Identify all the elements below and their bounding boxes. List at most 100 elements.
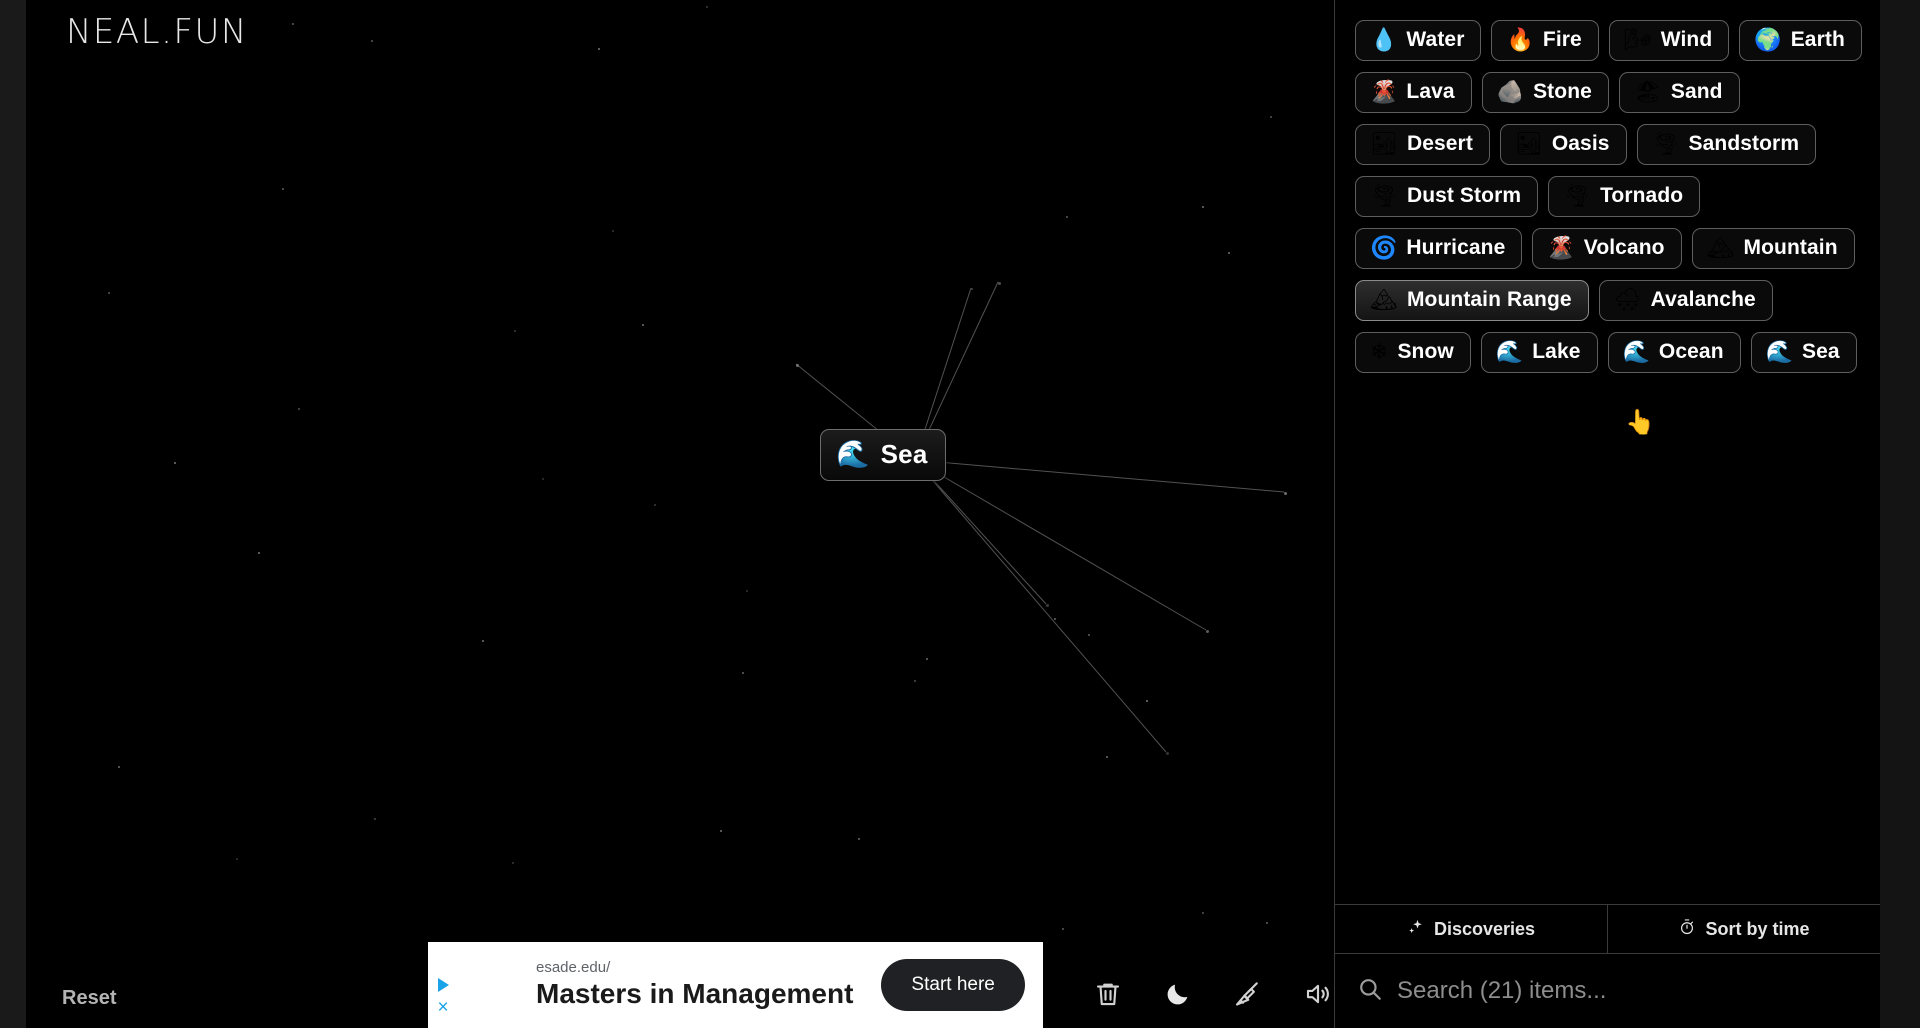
- search-icon: [1357, 976, 1383, 1007]
- element-emoji-icon: 🌋: [1370, 81, 1397, 103]
- element-emoji-icon: 💧: [1370, 29, 1397, 51]
- element-item-dust-storm[interactable]: 🌪 Dust Storm: [1355, 176, 1538, 217]
- element-emoji-icon: 🌀: [1370, 237, 1397, 259]
- element-item-oasis[interactable]: 🏜 Oasis: [1500, 124, 1627, 165]
- ad-choices-icon[interactable]: [438, 978, 449, 992]
- element-item-sand[interactable]: 🏖 Sand: [1619, 72, 1740, 113]
- ad-cta-button[interactable]: Start here: [881, 959, 1024, 1011]
- element-item-stone[interactable]: 🪨 Stone: [1482, 72, 1609, 113]
- element-item-wind[interactable]: 🌬 Wind: [1609, 20, 1729, 61]
- element-item-tornado[interactable]: 🌪 Tornado: [1548, 176, 1700, 217]
- tab-discoveries[interactable]: Discoveries: [1335, 905, 1607, 953]
- element-emoji-icon: 🌋: [1547, 237, 1574, 259]
- star: [1066, 216, 1068, 218]
- element-item-label: Lake: [1532, 340, 1580, 364]
- canvas-node-label: Sea: [881, 439, 928, 470]
- element-item-avalanche[interactable]: 🌨 Avalanche: [1599, 280, 1773, 321]
- element-emoji-icon: 🌪: [1563, 185, 1591, 207]
- star: [1270, 116, 1272, 118]
- star: [1062, 928, 1064, 930]
- ad-controls: ×: [428, 942, 458, 1028]
- element-item-label: Desert: [1407, 132, 1473, 156]
- element-item-snow[interactable]: ❄ Snow: [1355, 332, 1471, 373]
- star: [926, 658, 928, 660]
- element-item-lava[interactable]: 🌋 Lava: [1355, 72, 1472, 113]
- element-item-label: Stone: [1533, 80, 1592, 104]
- reset-button[interactable]: Reset: [62, 987, 116, 1010]
- left-frame-gutter: [0, 0, 26, 1028]
- element-item-mountain-range[interactable]: 🏔 Mountain Range: [1355, 280, 1589, 321]
- star: [1054, 618, 1056, 620]
- ad-text-block: esade.edu/ Masters in Management: [536, 959, 853, 1011]
- element-item-label: Hurricane: [1406, 236, 1505, 260]
- element-emoji-icon: 🌍: [1754, 29, 1781, 51]
- element-emoji-icon: 🪨: [1497, 81, 1524, 103]
- element-item-ocean[interactable]: 🌊 Ocean: [1608, 332, 1741, 373]
- star: [542, 478, 544, 480]
- element-item-desert[interactable]: 🏜 Desert: [1355, 124, 1490, 165]
- tab-sort-by-time-label: Sort by time: [1705, 919, 1809, 940]
- element-item-label: Tornado: [1600, 184, 1683, 208]
- star: [298, 408, 300, 410]
- element-item-hurricane[interactable]: 🌀 Hurricane: [1355, 228, 1522, 269]
- element-item-label: Snow: [1397, 340, 1453, 364]
- star: [258, 552, 260, 554]
- element-item-label: Water: [1406, 28, 1464, 52]
- element-item-mountain[interactable]: 🏔 Mountain: [1692, 228, 1855, 269]
- canvas-node-sea[interactable]: 🌊 Sea: [820, 429, 946, 481]
- star: [1228, 252, 1230, 254]
- tab-sort-by-time[interactable]: Sort by time: [1607, 905, 1880, 953]
- star: [236, 858, 238, 860]
- element-emoji-icon: 🏜: [1515, 133, 1543, 155]
- element-emoji-icon: 🌪: [1652, 133, 1680, 155]
- element-emoji-icon: 🏖: [1634, 81, 1662, 103]
- moon-icon: [1164, 980, 1192, 1011]
- element-emoji-icon: 🌊: [1623, 341, 1650, 363]
- infinite-craft-app: 🌊Sea NEAL.FUN Infinite Craft Reset × esa…: [0, 0, 1920, 1028]
- element-list: 💧 Water 🔥 Fire 🌬 Wind 🌍 Earth 🌋 Lava 🪨 Stone 🏖 Sand 🏜 D…: [1335, 0, 1880, 904]
- element-item-label: Sea: [1802, 340, 1840, 364]
- star: [1106, 756, 1108, 758]
- ad-banner: × esade.edu/ Masters in Management Start…: [428, 942, 1043, 1028]
- element-item-sandstorm[interactable]: 🌪 Sandstorm: [1637, 124, 1817, 165]
- star: [1088, 634, 1090, 636]
- canvas-toolbar: [1091, 978, 1335, 1012]
- star: [1202, 206, 1204, 208]
- stopwatch-icon: [1678, 918, 1696, 941]
- element-item-fire[interactable]: 🔥 Fire: [1491, 20, 1598, 61]
- element-item-sea[interactable]: 🌊 Sea: [1751, 332, 1857, 373]
- star: [118, 766, 120, 768]
- star: [1146, 700, 1148, 702]
- star: [998, 282, 1001, 285]
- neal-fun-logo[interactable]: NEAL.FUN: [66, 12, 248, 52]
- star: [706, 6, 708, 8]
- close-icon[interactable]: ×: [437, 998, 448, 1017]
- element-emoji-icon: 🏜: [1370, 133, 1398, 155]
- element-emoji-icon: ❄: [1370, 341, 1388, 363]
- element-item-earth[interactable]: 🌍 Earth: [1739, 20, 1862, 61]
- tab-discoveries-label: Discoveries: [1434, 919, 1535, 940]
- game-stage: 🌊Sea NEAL.FUN Infinite Craft Reset × esa…: [26, 0, 1880, 1028]
- star: [374, 818, 376, 820]
- element-item-volcano[interactable]: 🌋 Volcano: [1532, 228, 1681, 269]
- right-frame-gutter: [1880, 0, 1920, 1028]
- dark-mode-button[interactable]: [1161, 978, 1195, 1012]
- element-item-water[interactable]: 💧 Water: [1355, 20, 1481, 61]
- star: [720, 830, 722, 832]
- star: [1284, 492, 1287, 495]
- ad-url: esade.edu/: [536, 959, 853, 976]
- ad-headline: Masters in Management: [536, 977, 853, 1011]
- element-item-label: Volcano: [1584, 236, 1665, 260]
- clear-board-button[interactable]: [1231, 978, 1265, 1012]
- element-item-label: Sand: [1671, 80, 1723, 104]
- broom-icon: [1233, 979, 1263, 1012]
- sound-button[interactable]: [1301, 978, 1335, 1012]
- speaker-icon: [1303, 979, 1333, 1012]
- search-input[interactable]: [1397, 977, 1880, 1005]
- element-sidebar: 💧 Water 🔥 Fire 🌬 Wind 🌍 Earth 🌋 Lava 🪨 Stone 🏖 Sand 🏜 D…: [1334, 0, 1880, 1028]
- trash-button[interactable]: [1091, 978, 1125, 1012]
- star: [858, 838, 860, 840]
- crafting-canvas[interactable]: 🌊 Sea: [26, 0, 1334, 1028]
- star: [282, 188, 284, 190]
- element-item-lake[interactable]: 🌊 Lake: [1481, 332, 1598, 373]
